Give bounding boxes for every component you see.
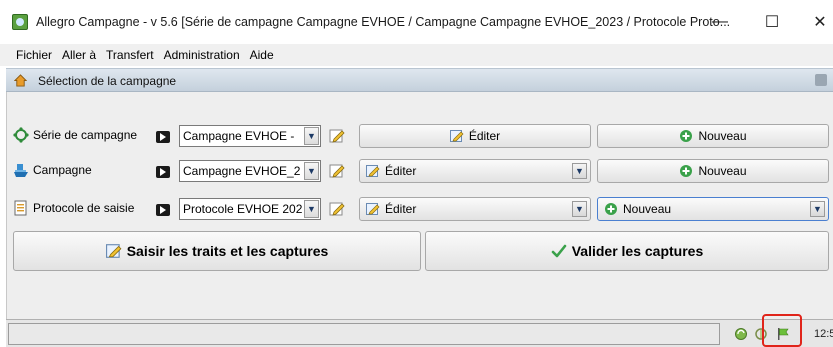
campagne-edit-button[interactable]: Éditer ▼	[359, 159, 591, 183]
edit-icon	[449, 130, 464, 142]
edit-icon	[366, 203, 380, 215]
status-message-field	[8, 323, 720, 345]
serie-edit-label: Éditer	[468, 129, 501, 143]
maximize-button[interactable]: ☐	[752, 10, 792, 34]
sync-icon[interactable]	[734, 327, 748, 341]
campagne-combo-value: Campagne EVHOE_2	[183, 164, 301, 178]
edit-pencil-icon[interactable]	[329, 128, 345, 144]
menu-transfert[interactable]: Transfert	[106, 48, 154, 62]
row-protocole-label: Protocole de saisie	[13, 200, 134, 216]
menu-fichier[interactable]: Fichier	[16, 48, 52, 62]
chevron-down-icon[interactable]: ▼	[304, 162, 319, 180]
serie-new-label: Nouveau	[698, 129, 747, 143]
serie-edit-button[interactable]: Éditer	[359, 124, 591, 148]
goto-arrow-icon[interactable]	[156, 204, 170, 216]
campagne-label: Campagne	[33, 163, 92, 177]
chevron-down-icon[interactable]: ▼	[304, 200, 319, 218]
protocole-edit-button[interactable]: Éditer ▼	[359, 197, 591, 221]
chevron-down-icon[interactable]: ▼	[304, 127, 319, 145]
app-icon	[12, 14, 28, 30]
chevron-down-icon[interactable]: ▼	[572, 163, 587, 179]
edit-icon	[105, 244, 122, 258]
tree-icon	[13, 127, 29, 143]
chevron-down-icon[interactable]: ▼	[810, 201, 825, 217]
serie-new-button[interactable]: Nouveau	[597, 124, 829, 148]
goto-arrow-icon[interactable]	[156, 166, 170, 178]
saisir-label: Saisir les traits et les captures	[126, 243, 329, 259]
valider-label: Valider les captures	[571, 243, 704, 259]
campagne-new-label: Nouveau	[698, 164, 747, 178]
menu-aller-a[interactable]: Aller à	[62, 48, 96, 62]
plus-circle-icon	[680, 165, 693, 177]
title-bar: Allegro Campagne - v 5.6 [Série de campa…	[0, 0, 833, 44]
campagne-new-button[interactable]: Nouveau	[597, 159, 829, 183]
minimize-button[interactable]: —	[700, 10, 740, 34]
goto-arrow-icon[interactable]	[156, 131, 170, 143]
row-serie-label: Série de campagne	[13, 127, 137, 143]
edit-pencil-icon[interactable]	[329, 163, 345, 179]
window-title: Allegro Campagne - v 5.6 [Série de campa…	[36, 15, 731, 29]
protocole-edit-label: Éditer	[385, 202, 417, 216]
protocole-label: Protocole de saisie	[33, 201, 135, 215]
document-icon	[14, 200, 27, 216]
protocole-combo-value: Protocole EVHOE 202	[183, 202, 303, 216]
menu-aide[interactable]: Aide	[250, 48, 274, 62]
protocole-new-button[interactable]: Nouveau ▼	[597, 197, 829, 221]
menu-bar: Fichier Aller à Transfert Administration…	[0, 44, 833, 66]
status-bar: 12:57	[6, 319, 833, 347]
help-icon[interactable]	[815, 74, 827, 86]
serie-combo[interactable]: Campagne EVHOE - ▼	[179, 125, 321, 147]
saisir-button[interactable]: Saisir les traits et les captures	[13, 231, 421, 271]
protocole-new-label: Nouveau	[623, 202, 672, 216]
main-panel: Série de campagne Campagne EVHOE - ▼ Édi…	[6, 92, 833, 319]
plus-circle-icon	[605, 203, 617, 215]
menu-administration[interactable]: Administration	[164, 48, 240, 62]
serie-label: Série de campagne	[33, 128, 138, 142]
section-header: Sélection de la campagne	[6, 68, 833, 92]
chevron-down-icon[interactable]: ▼	[572, 201, 587, 217]
ship-icon	[14, 164, 28, 177]
home-icon[interactable]	[14, 74, 27, 87]
plus-circle-icon	[680, 130, 693, 142]
close-button[interactable]: ✕	[800, 10, 833, 34]
edit-pencil-icon[interactable]	[329, 201, 345, 217]
campagne-combo[interactable]: Campagne EVHOE_2 ▼	[179, 160, 321, 182]
row-campagne-label: Campagne	[13, 162, 92, 178]
section-title: Sélection de la campagne	[38, 74, 177, 88]
campagne-edit-label: Éditer	[385, 164, 417, 178]
valider-button[interactable]: Valider les captures	[425, 231, 829, 271]
checkmark-icon	[551, 244, 567, 258]
status-clock: 12:57	[814, 328, 833, 340]
highlight-annotation	[762, 314, 802, 347]
edit-icon	[366, 165, 380, 177]
protocole-combo[interactable]: Protocole EVHOE 202 ▼	[179, 198, 321, 220]
serie-combo-value: Campagne EVHOE -	[183, 129, 295, 143]
